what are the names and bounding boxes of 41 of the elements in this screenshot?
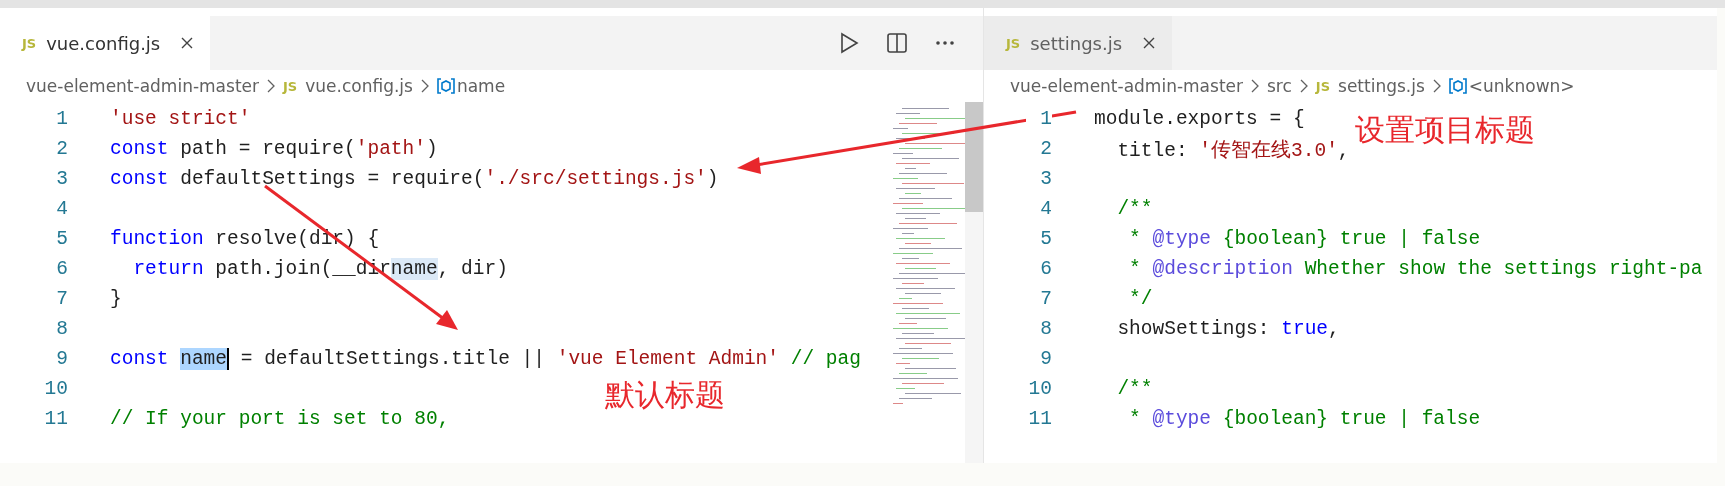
code-line: */ <box>1128 288 1153 310</box>
more-icon[interactable] <box>935 40 955 46</box>
code-line: } <box>110 288 122 310</box>
chevron-icon <box>1299 79 1308 93</box>
close-icon[interactable] <box>1142 36 1157 50</box>
annotation-label: 设置项目标题 <box>1355 111 1535 149</box>
code-line: const name = defaultSettings.title || 'vue Element Admin' // pag <box>110 348 861 370</box>
code-line: * @description Whether show the settings right-pa <box>1128 258 1703 280</box>
file-type-label: JS <box>283 78 298 94</box>
code-line: 'use strict' <box>110 108 251 130</box>
annotation-label: 默认标题 <box>605 376 725 414</box>
code-line: module.exports = { <box>1094 108 1305 130</box>
editor-tab[interactable]: JS settings.js <box>984 16 1173 70</box>
run-icon[interactable] <box>839 32 859 54</box>
code-line: /** <box>1116 198 1153 220</box>
split-editor-icon[interactable] <box>887 33 907 53</box>
editor-tab[interactable]: JS vue.config.js <box>0 16 211 70</box>
code-line: * @type {boolean} true | false <box>1128 408 1481 430</box>
scrollbar-thumb[interactable] <box>965 102 983 212</box>
code-line: const path = require('path') <box>110 138 438 160</box>
variable-icon <box>436 78 455 94</box>
chevron-icon <box>420 79 429 93</box>
close-icon[interactable] <box>180 36 195 50</box>
chevron-icon <box>1432 79 1441 93</box>
breadcrumb-item[interactable]: settings.js <box>1338 76 1425 96</box>
code-line: * @type {boolean} true | false <box>1128 228 1481 250</box>
breadcrumb-item[interactable]: <unknown> <box>1468 76 1575 96</box>
chevron-icon <box>1251 79 1259 93</box>
code-line: /** <box>1116 378 1153 400</box>
breadcrumb-item[interactable]: vue.config.js <box>305 76 413 96</box>
file-type-label: JS <box>1315 78 1331 94</box>
variable-icon <box>1448 78 1467 94</box>
code-line: title: '传智在线3.0', <box>1116 138 1350 163</box>
breadcrumb-item[interactable]: src <box>1267 76 1292 96</box>
chevron-icon <box>267 79 275 93</box>
code-line: const defaultSettings = require('./src/settings.js') <box>110 168 719 190</box>
code-line: // If your port is set to 80, <box>110 408 450 430</box>
code-line: showSettings: true, <box>1116 318 1340 340</box>
breadcrumb-item[interactable]: vue-element-admin-master <box>1010 76 1243 96</box>
breadcrumb-item[interactable]: name <box>456 76 506 96</box>
breadcrumb-item[interactable]: vue-element-admin-master <box>26 76 259 96</box>
